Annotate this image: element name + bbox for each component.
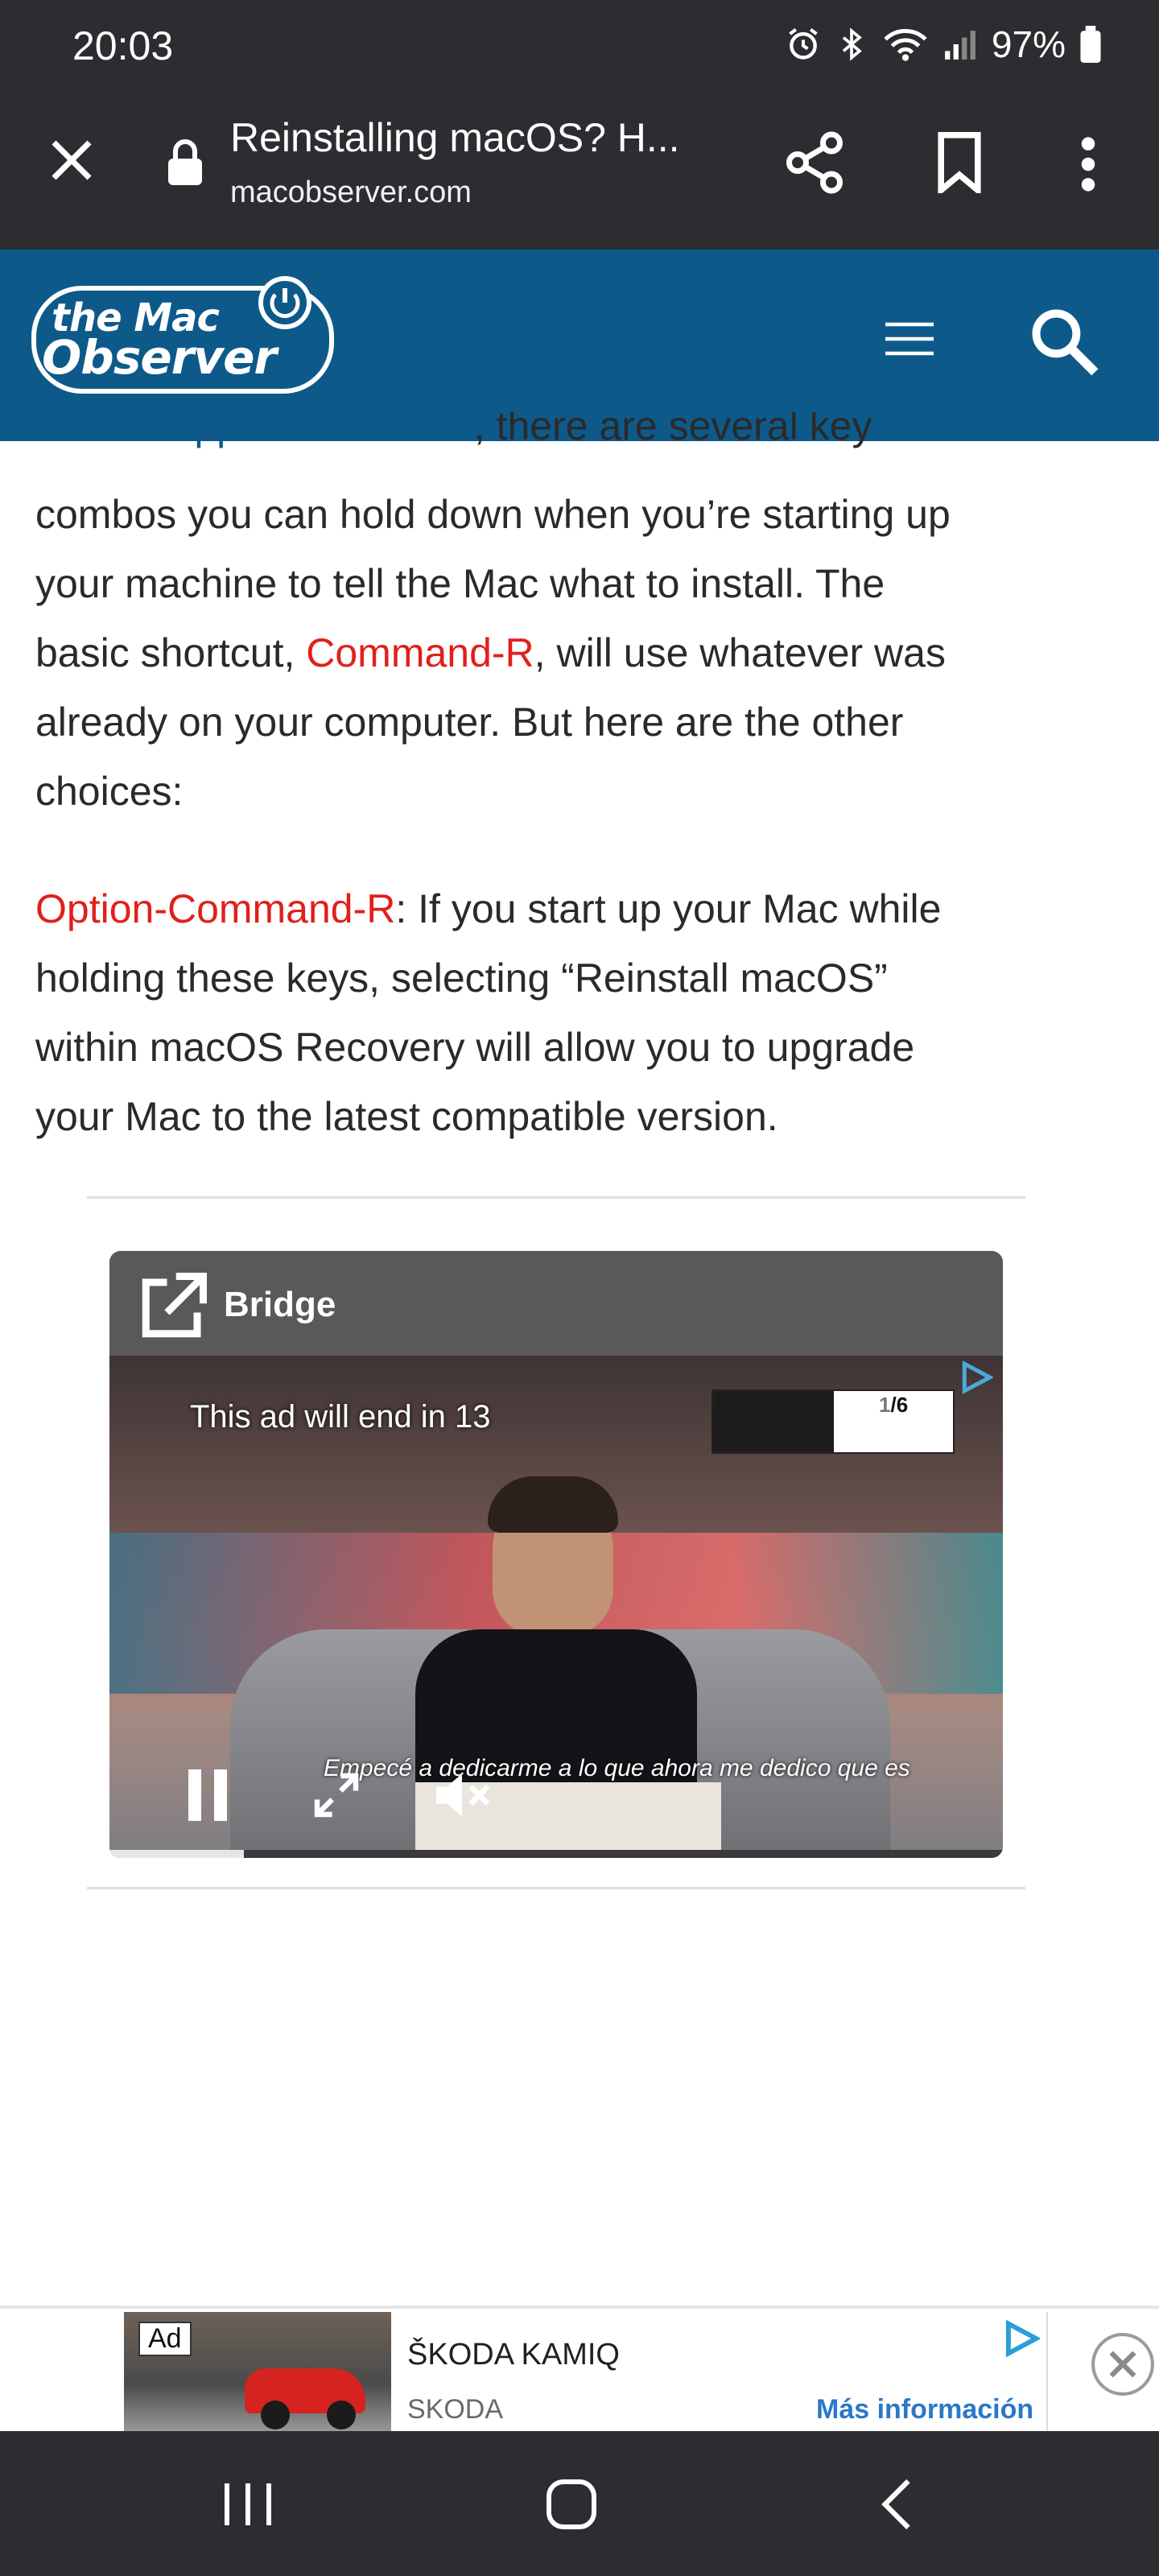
share-icon — [786, 131, 843, 194]
text-line: Option-Command-R: If you start up your M… — [35, 874, 1130, 943]
wifi-icon — [884, 29, 927, 61]
banner-ad-advertiser: SKODA — [407, 2394, 504, 2425]
ad-countdown: This ad will end in 13 — [190, 1399, 491, 1435]
adchoices-button[interactable] — [959, 1360, 995, 1398]
text-line: your machine to tell the Mac what to ins… — [35, 549, 1130, 618]
ad-slide-counter: 1/6 — [879, 1393, 908, 1418]
command-r-key: Command-R — [306, 630, 534, 675]
page-title[interactable]: Reinstalling macOS? H... — [230, 114, 680, 161]
adchoices-icon — [962, 1360, 995, 1394]
pause-button[interactable] — [188, 1769, 227, 1825]
text-line: choices: — [35, 769, 184, 814]
status-time: 20:03 — [72, 23, 174, 68]
site-logo[interactable]: the Mac Observer — [31, 275, 338, 396]
text-run: , there are several key — [473, 412, 872, 448]
menu-icon — [885, 322, 934, 356]
recents-button[interactable] — [222, 2479, 274, 2533]
ad-disclaimer-box: 1/6 — [711, 1389, 955, 1454]
counter-total: /6 — [890, 1393, 909, 1417]
counter-current: 1 — [879, 1393, 891, 1417]
adchoices-icon — [1005, 2319, 1041, 2358]
video-progress-track[interactable] — [109, 1850, 1003, 1858]
text-run: basic shortcut, — [35, 630, 307, 675]
pause-icon — [188, 1769, 227, 1821]
page-url[interactable]: macobserver.com — [230, 175, 472, 210]
search-icon — [1032, 309, 1099, 376]
battery-percent: 97% — [991, 23, 1066, 65]
recents-icon — [225, 2483, 271, 2525]
signal-icon — [945, 31, 975, 60]
ad-divider-bottom — [87, 1887, 1025, 1889]
banner-ad[interactable]: Ad ŠKODA KAMIQ SKODA Más información — [0, 2306, 1159, 2434]
option-command-r-key: Option-Command-R — [35, 886, 396, 931]
disclaimer-dark-panel — [713, 1391, 834, 1452]
banner-ad-image[interactable]: Ad — [124, 2312, 391, 2433]
status-icons: 97% — [786, 23, 1101, 66]
back-icon — [881, 2479, 910, 2530]
video-frame[interactable]: This ad will end in 13 1/6 Empecé a dedi… — [109, 1356, 1003, 1858]
video-progress-fill — [109, 1850, 244, 1858]
status-bar: 20:03 97% — [0, 0, 1159, 97]
banner-ad-title[interactable]: ŠKODA KAMIQ — [407, 2338, 620, 2372]
more-options-button[interactable] — [1074, 134, 1103, 199]
home-icon — [547, 2479, 596, 2529]
alarm-icon — [789, 28, 818, 60]
text-line: basic shortcut, Command-R, will use what… — [35, 618, 1130, 687]
bookmark-button[interactable] — [934, 132, 985, 197]
text-line: your Mac to the latest compatible versio… — [35, 1094, 778, 1139]
text-run: , will use whatever was — [534, 630, 946, 675]
advertiser-name: Bridge — [224, 1285, 336, 1324]
car-wheel — [327, 2401, 356, 2429]
more-info-link[interactable]: Más información — [816, 2394, 1033, 2425]
ad-badge: Ad — [138, 2322, 192, 2356]
text-run: : If you start up your Mac while — [395, 886, 942, 931]
text-line: combos you can hold down when you’re sta… — [35, 492, 951, 537]
fullscreen-button[interactable] — [311, 1769, 362, 1825]
bookmark-icon — [938, 132, 981, 197]
ad-divider-top — [87, 1196, 1025, 1199]
search-button[interactable] — [1027, 304, 1101, 382]
text-line: already on your computer. But here are t… — [35, 700, 904, 745]
more-icon — [1081, 137, 1095, 192]
back-button[interactable] — [879, 2478, 914, 2535]
battery-icon — [1080, 26, 1101, 63]
home-button[interactable] — [546, 2478, 597, 2535]
article-paragraph-line: in this support document, there are seve… — [35, 412, 1130, 460]
logo-text-bottom: Observer — [42, 330, 277, 385]
video-subtitle: Empecé a dedicarme a lo que ahora me ded… — [324, 1755, 910, 1781]
external-link-icon — [142, 1273, 207, 1338]
fullscreen-icon — [314, 1773, 359, 1818]
close-tab-button[interactable] — [45, 134, 98, 187]
video-ad-card[interactable]: Bridge This ad will end in 13 1/6 Empecé… — [109, 1251, 1003, 1858]
article-paragraph-2: Option-Command-R: If you start up your M… — [35, 874, 1130, 1151]
mute-button[interactable] — [431, 1769, 493, 1825]
lock-icon — [168, 139, 202, 185]
car-wheel — [261, 2401, 290, 2429]
mute-icon — [436, 1773, 490, 1817]
text-line: within macOS Recovery will allow you to … — [35, 1025, 915, 1070]
close-ad-icon — [1091, 2333, 1154, 2396]
bluetooth-icon — [842, 27, 862, 61]
share-button[interactable] — [781, 129, 848, 200]
video-person-hair — [488, 1476, 618, 1533]
open-advertiser-button[interactable] — [137, 1270, 209, 1347]
article-paragraph-1: combos you can hold down when you’re sta… — [35, 480, 1130, 826]
video-ad-header: Bridge — [109, 1251, 1003, 1356]
banner-adchoices-button[interactable] — [1003, 2319, 1041, 2361]
close-icon — [52, 140, 92, 180]
support-document-link[interactable]: in this support document — [35, 412, 474, 448]
close-banner-button[interactable] — [1090, 2331, 1156, 2401]
banner-separator — [1046, 2312, 1048, 2433]
site-security-indicator[interactable] — [166, 137, 204, 189]
text-run: your machine to tell the Mac what to ins… — [35, 561, 885, 606]
text-line: holding these keys, selecting “Reinstall… — [35, 956, 888, 1001]
menu-button[interactable] — [884, 319, 935, 363]
